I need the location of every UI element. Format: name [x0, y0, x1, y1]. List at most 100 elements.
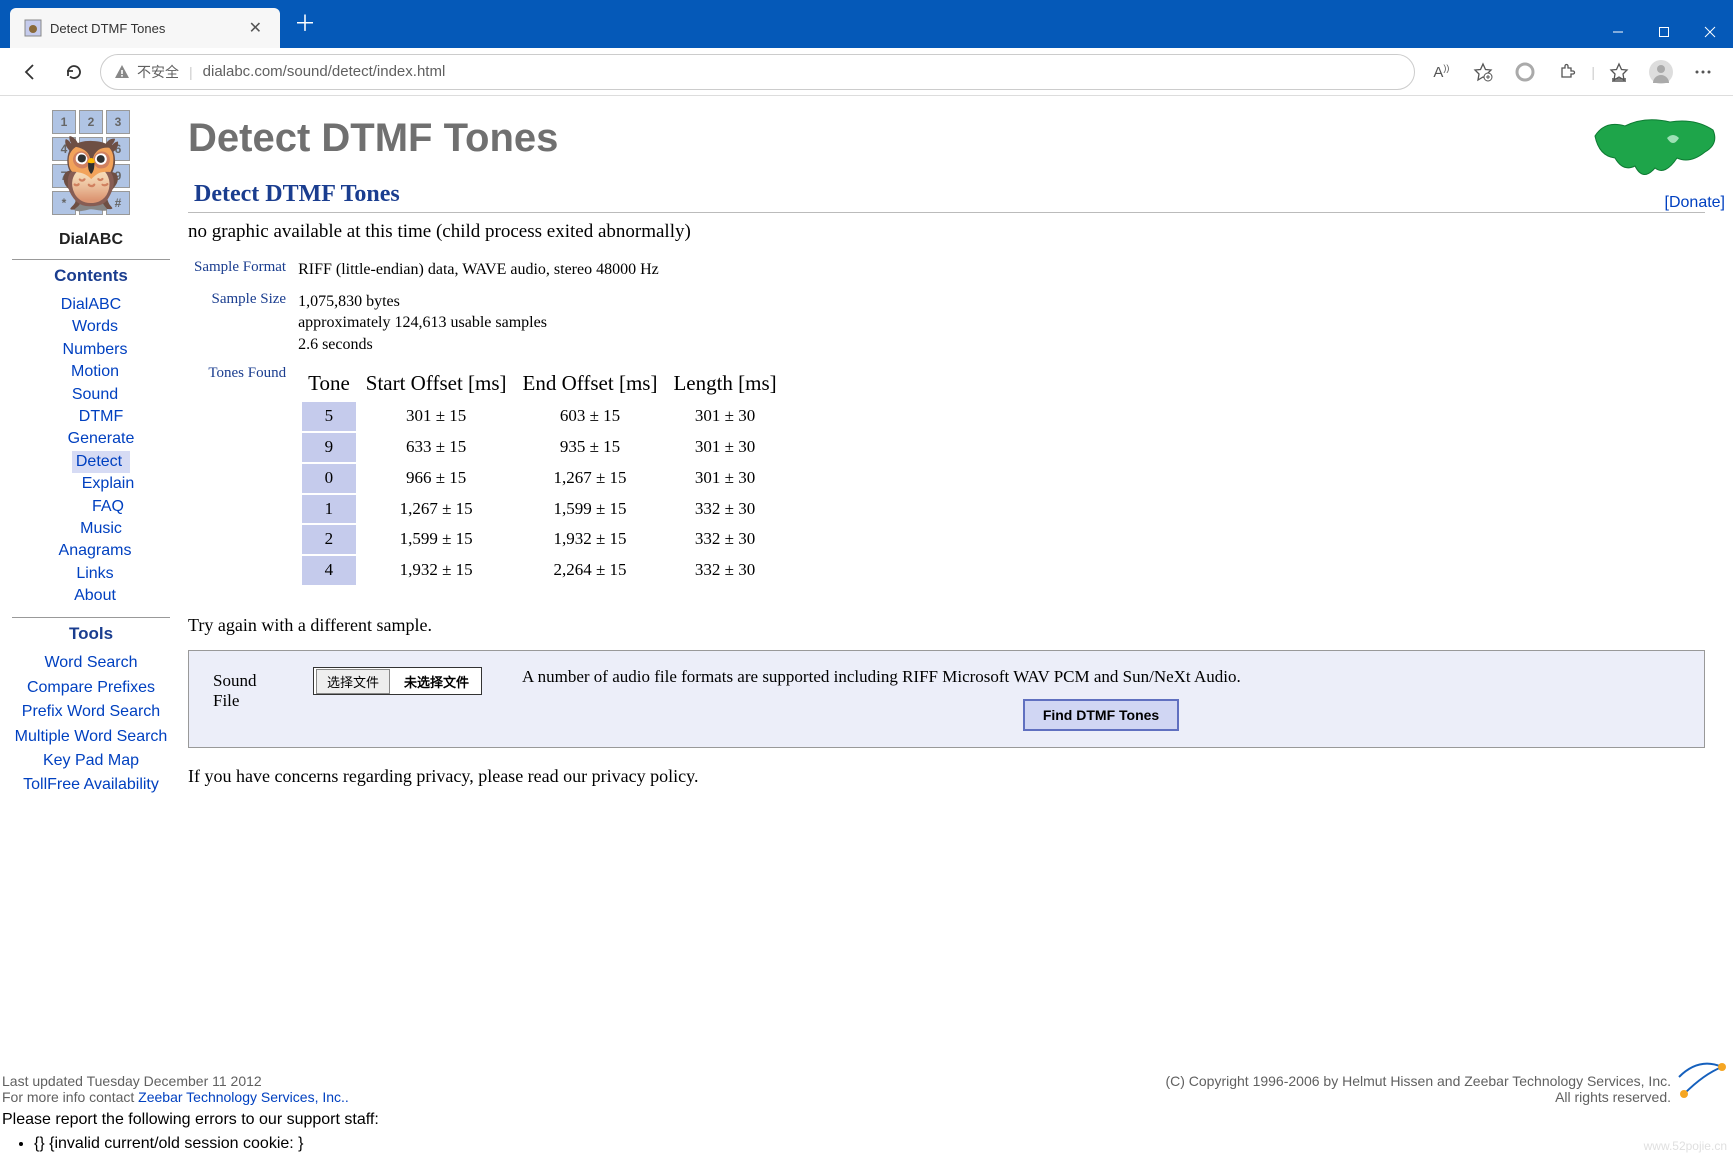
nav-list: DialABC Words Numbers Motion Sound DTMF … — [4, 294, 178, 607]
favorites-bar-button[interactable] — [1601, 54, 1637, 90]
start-cell: 1,932 ± 15 — [360, 556, 513, 585]
browser-tab[interactable]: Detect DTMF Tones ✕ — [10, 8, 280, 48]
th-tone: Tone — [302, 367, 356, 399]
window-maximize-button[interactable] — [1641, 16, 1687, 48]
table-row: 5 301 ± 15 603 ± 15 301 ± 30 — [302, 402, 783, 431]
tab-close-button[interactable]: ✕ — [245, 16, 266, 40]
profile-button[interactable] — [1643, 54, 1679, 90]
moreinfo-prefix: For more info contact — [2, 1089, 138, 1105]
back-button[interactable] — [12, 54, 48, 90]
refresh-button[interactable] — [56, 54, 92, 90]
nav-music[interactable]: Music — [4, 518, 178, 540]
choose-file-button[interactable]: 选择文件 — [316, 669, 390, 694]
window-minimize-button[interactable] — [1595, 16, 1641, 48]
end-cell: 2,264 ± 15 — [517, 556, 664, 585]
nav-dtmf[interactable]: DTMF — [4, 406, 178, 428]
table-row: 4 1,932 ± 15 2,264 ± 15 332 ± 30 — [302, 556, 783, 585]
section-heading: Detect DTMF Tones — [188, 181, 1705, 208]
tool-prefix-word-search[interactable]: Prefix Word Search — [4, 701, 178, 723]
extensions-button[interactable] — [1549, 54, 1585, 90]
sidebar: 123 456 789 *0# 🦉 DialABC Contents DialA… — [0, 96, 182, 1157]
nav-links[interactable]: Links — [4, 563, 178, 585]
nav-numbers[interactable]: Numbers — [4, 339, 178, 361]
page-content: 123 456 789 *0# 🦉 DialABC Contents DialA… — [0, 96, 1733, 1157]
end-cell: 935 ± 15 — [517, 433, 664, 462]
sample-size-value: 1,075,830 bytes approximately 124,613 us… — [298, 287, 787, 360]
last-updated: Last updated Tuesday December 11 2012 — [2, 1073, 262, 1089]
nav-generate[interactable]: Generate — [4, 428, 178, 450]
tools-header: Tools — [4, 624, 178, 644]
file-input[interactable]: 选择文件 未选择文件 — [313, 667, 482, 695]
nav-explain[interactable]: Explain — [4, 473, 178, 495]
end-cell: 603 ± 15 — [517, 402, 664, 431]
sample-format-value: RIFF (little-endian) data, WAVE audio, s… — [298, 255, 787, 285]
page-title: Detect DTMF Tones — [188, 116, 1705, 161]
end-cell: 1,599 ± 15 — [517, 495, 664, 524]
tone-cell: 1 — [302, 495, 356, 524]
new-tab-button[interactable]: ＋ — [280, 6, 330, 38]
form-help-text: A number of audio file formats are suppo… — [522, 667, 1680, 687]
length-cell: 301 ± 30 — [667, 402, 782, 431]
security-indicator: 不安全 — [113, 62, 179, 82]
donate-link[interactable]: [Donate] — [1665, 194, 1725, 212]
nav-dialabc[interactable]: DialABC — [4, 294, 178, 316]
try-again-text: Try again with a different sample. — [188, 615, 1705, 636]
end-cell: 1,267 ± 15 — [517, 464, 664, 493]
th-end: End Offset [ms] — [517, 367, 664, 399]
ukraine-map-icon[interactable] — [1585, 108, 1725, 188]
tool-compare-prefixes[interactable]: Compare Prefixes — [4, 677, 178, 699]
nav-faq[interactable]: FAQ — [4, 496, 178, 518]
start-cell: 1,599 ± 15 — [360, 525, 513, 554]
more-button[interactable] — [1685, 54, 1721, 90]
window-close-button[interactable] — [1687, 16, 1733, 48]
start-cell: 633 ± 15 — [360, 433, 513, 462]
nav-about[interactable]: About — [4, 585, 178, 607]
tool-key-pad-map[interactable]: Key Pad Map — [4, 750, 178, 772]
error-message: no graphic available at this time (child… — [188, 221, 1705, 243]
tab-favicon-icon — [24, 19, 42, 37]
contents-header: Contents — [4, 266, 178, 286]
copyright: (C) Copyright 1996-2006 by Helmut Hissen… — [1165, 1073, 1731, 1089]
zeebar-link[interactable]: Zeebar Technology Services, Inc.. — [138, 1089, 349, 1105]
nav-detect[interactable]: Detect — [72, 451, 130, 473]
start-cell: 1,267 ± 15 — [360, 495, 513, 524]
table-row: 0 966 ± 15 1,267 ± 15 301 ± 30 — [302, 464, 783, 493]
main-content: Detect DTMF Tones [Donate] Detect DTMF T… — [182, 96, 1733, 1157]
length-cell: 301 ± 30 — [667, 464, 782, 493]
table-row: 2 1,599 ± 15 1,932 ± 15 332 ± 30 — [302, 525, 783, 554]
browser-titlebar: Detect DTMF Tones ✕ ＋ — [0, 0, 1733, 48]
tone-cell: 2 — [302, 525, 356, 554]
tab-title: Detect DTMF Tones — [50, 21, 245, 36]
table-row: 9 633 ± 15 935 ± 15 301 ± 30 — [302, 433, 783, 462]
read-aloud-button[interactable]: A)) — [1423, 54, 1459, 90]
url-text: dialabc.com/sound/detect/index.html — [203, 63, 446, 80]
tones-found-label: Tones Found — [190, 361, 296, 591]
browser-toolbar: 不安全 | dialabc.com/sound/detect/index.htm… — [0, 48, 1733, 96]
th-length: Length [ms] — [667, 367, 782, 399]
tool-multiple-word-search[interactable]: Multiple Word Search — [4, 726, 178, 748]
privacy-note: If you have concerns regarding privacy, … — [188, 766, 1705, 787]
length-cell: 301 ± 30 — [667, 433, 782, 462]
tool-word-search[interactable]: Word Search — [4, 652, 178, 674]
error-report-header: Please report the following errors to ou… — [2, 1111, 1731, 1129]
nav-sound[interactable]: Sound — [4, 384, 178, 406]
address-bar[interactable]: 不安全 | dialabc.com/sound/detect/index.htm… — [100, 54, 1415, 90]
owl-icon: 🦉 — [48, 138, 135, 208]
tools-list: Word Search Compare Prefixes Prefix Word… — [4, 652, 178, 796]
favorite-button[interactable] — [1465, 54, 1501, 90]
logo-text: DialABC — [4, 231, 178, 249]
tool-tollfree[interactable]: TollFree Availability — [4, 774, 178, 796]
nav-motion[interactable]: Motion — [4, 361, 178, 383]
find-tones-button[interactable]: Find DTMF Tones — [1023, 699, 1179, 731]
tone-cell: 0 — [302, 464, 356, 493]
site-logo[interactable]: 123 456 789 *0# 🦉 — [44, 110, 139, 225]
nav-words[interactable]: Words — [4, 316, 178, 338]
discover-button[interactable] — [1507, 54, 1543, 90]
start-cell: 301 ± 15 — [360, 402, 513, 431]
length-cell: 332 ± 30 — [667, 495, 782, 524]
length-cell: 332 ± 30 — [667, 556, 782, 585]
sample-info-table: Sample Format RIFF (little-endian) data,… — [188, 253, 789, 593]
no-file-text: 未选择文件 — [392, 672, 481, 691]
length-cell: 332 ± 30 — [667, 525, 782, 554]
nav-anagrams[interactable]: Anagrams — [4, 540, 178, 562]
